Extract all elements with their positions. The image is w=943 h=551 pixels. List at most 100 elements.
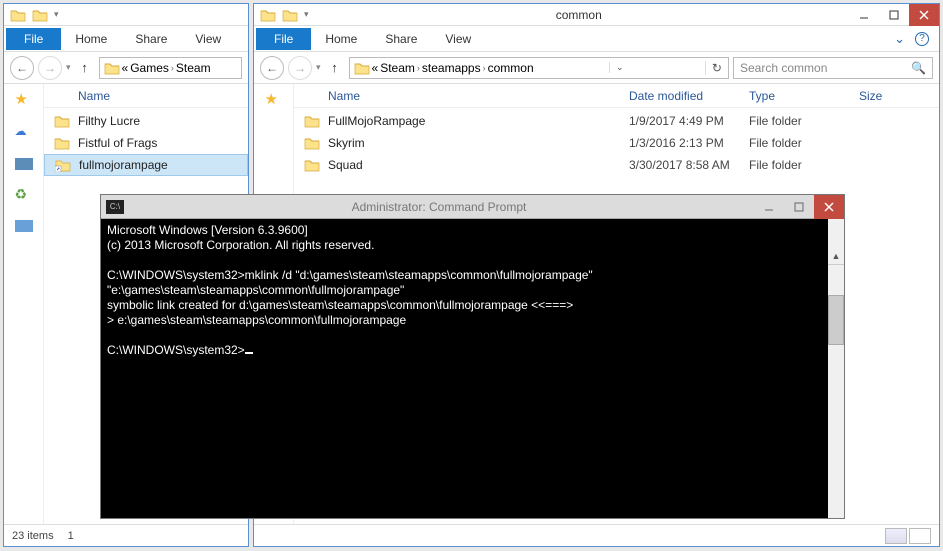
titlebar-left[interactable]: ▾ bbox=[4, 4, 248, 26]
file-date: 3/30/2017 8:58 AM bbox=[629, 158, 749, 172]
refresh-button[interactable]: ↻ bbox=[705, 61, 728, 75]
tab-home[interactable]: Home bbox=[311, 28, 371, 50]
search-placeholder: Search common bbox=[740, 61, 827, 75]
column-size[interactable]: Size bbox=[859, 89, 939, 103]
cmd-title: Administrator: Command Prompt bbox=[124, 200, 754, 214]
tab-share[interactable]: Share bbox=[121, 28, 181, 50]
command-prompt-window: C:\ Administrator: Command Prompt Micros… bbox=[100, 194, 845, 519]
close-button[interactable] bbox=[814, 195, 844, 219]
file-name: Skyrim bbox=[328, 136, 629, 150]
file-name: FullMojoRampage bbox=[328, 114, 629, 128]
close-button[interactable] bbox=[909, 4, 939, 26]
breadcrumb-overflow[interactable]: « bbox=[122, 61, 129, 75]
folder-icon bbox=[10, 8, 26, 22]
file-row[interactable]: FullMojoRampage1/9/2017 4:49 PMFile fold… bbox=[294, 110, 939, 132]
file-row[interactable]: fullmojorampage bbox=[44, 154, 248, 176]
breadcrumb[interactable]: « Games › Steam bbox=[99, 57, 242, 79]
drive-icon bbox=[354, 61, 370, 75]
window-title: common bbox=[309, 8, 849, 22]
back-button[interactable]: ← bbox=[260, 56, 284, 80]
breadcrumb-part[interactable]: common bbox=[488, 61, 534, 75]
ribbon-expand-icon[interactable]: ⌄ bbox=[894, 31, 905, 47]
breadcrumb-part[interactable]: Games bbox=[130, 61, 169, 75]
breadcrumb-part[interactable]: Steam bbox=[176, 61, 211, 75]
network-icon[interactable] bbox=[15, 220, 33, 232]
back-button[interactable]: ← bbox=[10, 56, 34, 80]
column-headers: Name bbox=[44, 84, 248, 108]
new-folder-icon[interactable] bbox=[282, 8, 298, 22]
help-icon[interactable]: ? bbox=[915, 32, 929, 46]
chevron-right-icon[interactable]: › bbox=[483, 63, 486, 73]
file-date: 1/3/2016 2:13 PM bbox=[629, 136, 749, 150]
view-details-button[interactable] bbox=[885, 528, 907, 544]
file-type: File folder bbox=[749, 114, 859, 128]
breadcrumb-part[interactable]: Steam bbox=[380, 61, 415, 75]
scroll-thumb[interactable] bbox=[828, 295, 844, 345]
selection-count: 1 bbox=[68, 530, 74, 542]
shortcut-icon bbox=[53, 158, 73, 172]
search-icon[interactable]: 🔍 bbox=[911, 61, 926, 75]
navbar: ← → ▾ ↑ « Steam › steamapps › common ⌄ ↻… bbox=[254, 52, 939, 84]
file-row[interactable]: Fistful of Frags bbox=[44, 132, 248, 154]
forward-button[interactable]: → bbox=[288, 56, 312, 80]
titlebar-right[interactable]: ▾ common bbox=[254, 4, 939, 26]
cursor bbox=[245, 352, 253, 354]
up-button[interactable]: ↑ bbox=[325, 58, 345, 78]
navbar: ← → ▾ ↑ « Games › Steam bbox=[4, 52, 248, 84]
maximize-button[interactable] bbox=[879, 4, 909, 26]
new-folder-icon[interactable] bbox=[32, 8, 48, 22]
minimize-button[interactable] bbox=[754, 195, 784, 219]
tab-view[interactable]: View bbox=[181, 28, 235, 50]
column-type[interactable]: Type bbox=[749, 89, 859, 103]
folder-icon bbox=[260, 8, 276, 22]
minimize-button[interactable] bbox=[849, 4, 879, 26]
qat-dropdown-icon[interactable]: ▾ bbox=[54, 9, 59, 20]
up-button[interactable]: ↑ bbox=[75, 58, 95, 78]
cmd-icon: C:\ bbox=[106, 200, 124, 214]
column-name[interactable]: Name bbox=[294, 89, 629, 103]
file-tab[interactable]: File bbox=[6, 28, 61, 50]
tab-home[interactable]: Home bbox=[61, 28, 121, 50]
file-name: Filthy Lucre bbox=[78, 114, 248, 128]
maximize-button[interactable] bbox=[784, 195, 814, 219]
ribbon: File Home Share View bbox=[4, 26, 248, 52]
tab-view[interactable]: View bbox=[431, 28, 485, 50]
history-dropdown-icon[interactable]: ▾ bbox=[66, 62, 71, 73]
favorites-icon[interactable]: ★ bbox=[265, 90, 283, 108]
cmd-output[interactable]: Microsoft Windows [Version 6.3.9600] (c)… bbox=[101, 219, 844, 518]
quick-access-bar: ★ ☁ ♻ bbox=[4, 84, 44, 524]
tab-share[interactable]: Share bbox=[371, 28, 431, 50]
breadcrumb-part[interactable]: steamapps bbox=[422, 61, 481, 75]
view-icons-button[interactable] bbox=[909, 528, 931, 544]
recycle-icon[interactable]: ♻ bbox=[15, 186, 33, 204]
search-input[interactable]: Search common 🔍 bbox=[733, 57, 933, 79]
file-name: Fistful of Frags bbox=[78, 136, 248, 150]
folder-icon bbox=[302, 114, 322, 128]
cmd-titlebar[interactable]: C:\ Administrator: Command Prompt bbox=[101, 195, 844, 219]
drive-icon bbox=[104, 61, 120, 75]
file-type: File folder bbox=[749, 158, 859, 172]
file-name: fullmojorampage bbox=[79, 158, 247, 172]
column-date[interactable]: Date modified bbox=[629, 89, 749, 103]
onedrive-icon[interactable]: ☁ bbox=[15, 124, 33, 142]
item-count: 23 items bbox=[12, 530, 54, 542]
chevron-right-icon[interactable]: › bbox=[417, 63, 420, 73]
this-pc-icon[interactable] bbox=[15, 158, 33, 170]
file-tab[interactable]: File bbox=[256, 28, 311, 50]
breadcrumb[interactable]: « Steam › steamapps › common ⌄ ↻ bbox=[349, 57, 729, 79]
forward-button[interactable]: → bbox=[38, 56, 62, 80]
favorites-icon[interactable]: ★ bbox=[15, 90, 33, 108]
ribbon: File Home Share View ⌄ ? bbox=[254, 26, 939, 52]
folder-icon bbox=[52, 114, 72, 128]
folder-icon bbox=[302, 136, 322, 150]
history-dropdown-icon[interactable]: ▾ bbox=[316, 62, 321, 73]
file-row[interactable]: Skyrim1/3/2016 2:13 PMFile folder bbox=[294, 132, 939, 154]
breadcrumb-overflow[interactable]: « bbox=[372, 61, 379, 75]
chevron-right-icon[interactable]: › bbox=[171, 63, 174, 73]
scrollbar[interactable]: ▲ bbox=[828, 219, 844, 518]
column-name[interactable]: Name bbox=[44, 89, 248, 103]
breadcrumb-dropdown[interactable]: ⌄ bbox=[609, 62, 630, 73]
scroll-up-icon[interactable]: ▲ bbox=[828, 249, 844, 265]
file-row[interactable]: Filthy Lucre bbox=[44, 110, 248, 132]
file-row[interactable]: Squad3/30/2017 8:58 AMFile folder bbox=[294, 154, 939, 176]
